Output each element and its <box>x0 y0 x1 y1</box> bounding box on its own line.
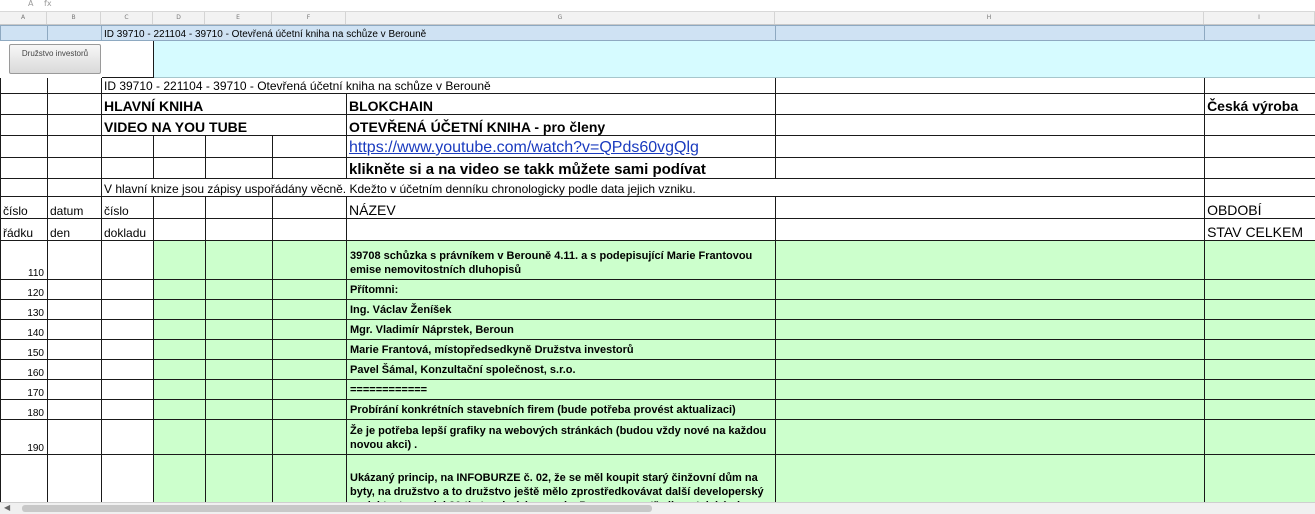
id-line-cell[interactable]: ID 39710 - 221104 - 39710 - Otevřená úče… <box>102 26 776 41</box>
col-header-h[interactable]: H <box>775 12 1204 24</box>
table-row: 180 Probírání konkrétních stavebních fir… <box>1 400 1315 420</box>
entry-text[interactable]: Ukázaný princip, na INFOBURZE č. 02, že … <box>347 455 776 503</box>
hdr-dokladu[interactable]: dokladu <box>102 219 154 241</box>
hdr-obdobi[interactable]: OBDOBÍ <box>1205 197 1315 219</box>
col-header-a[interactable]: A <box>0 12 47 24</box>
entry-text[interactable]: Marie Frantová, místopředsedkyně Družstv… <box>347 340 776 360</box>
row-id-line: ID 39710 - 221104 - 39710 - Otevřená úče… <box>1 78 1315 94</box>
row-number[interactable]: 180 <box>1 400 48 420</box>
name-box-label: A <box>28 0 33 8</box>
scrollbar-thumb[interactable] <box>22 505 652 512</box>
row-header-1: číslo datum číslo NÁZEV OBDOBÍ <box>1 197 1315 219</box>
table-row: 140 Mgr. Vladimír Náprstek, Beroun <box>1 320 1315 340</box>
entry-text[interactable]: Že je potřeba lepší grafiky na webových … <box>347 420 776 455</box>
row-number[interactable]: 170 <box>1 380 48 400</box>
col-header-b[interactable]: B <box>47 12 101 24</box>
entry-text[interactable]: Ing. Václav Ženíšek <box>347 300 776 320</box>
row-number[interactable]: 150 <box>1 340 48 360</box>
table-row: 160 Pavel Šámal, Konzultační společnost,… <box>1 360 1315 380</box>
row-number[interactable]: 130 <box>1 300 48 320</box>
table-row: 150 Marie Frantová, místopředsedkyně Dru… <box>1 340 1315 360</box>
sheet-grid: ID 39710 - 221104 - 39710 - Otevřená úče… <box>0 25 1315 502</box>
col-header-i[interactable]: I <box>1204 12 1315 24</box>
entry-text[interactable]: Mgr. Vladimír Náprstek, Beroun <box>347 320 776 340</box>
sheet-table: ID 39710 - 221104 - 39710 - Otevřená úče… <box>0 25 1315 502</box>
hdr-cislo[interactable]: číslo <box>1 197 48 219</box>
horizontal-scrollbar[interactable]: ◀ <box>0 502 1315 514</box>
col-header-g[interactable]: G <box>346 12 775 24</box>
kliknete-cell[interactable]: klikněte si a na video se takk můžete sa… <box>347 158 776 179</box>
row-button: Družstvo investorů <box>1 41 1315 78</box>
video-cell[interactable]: VIDEO NA YOU TUBE <box>102 115 347 136</box>
row-hlavni-kniha: HLAVNÍ KNIHA BLOKCHAIN Česká výroba <box>1 94 1315 115</box>
id-line-cell-2[interactable]: ID 39710 - 221104 - 39710 - Otevřená úče… <box>102 78 776 94</box>
row-number[interactable]: 120 <box>1 280 48 300</box>
row-link: https://www.youtube.com/watch?v=QPds60vg… <box>1 136 1315 158</box>
otevrena-kniha-cell[interactable]: OTEVŘENÁ ÚČETNÍ KNIHA - pro členy <box>347 115 776 136</box>
row-number[interactable]: 190 <box>1 420 48 455</box>
hdr-cislo-dokladu[interactable]: číslo <box>102 197 154 219</box>
hdr-nazev[interactable]: NÁZEV <box>347 197 776 219</box>
table-row: 170 ============ <box>1 380 1315 400</box>
entry-text[interactable]: 39708 schůzka s právníkem v Berouně 4.11… <box>347 241 776 280</box>
row-video: VIDEO NA YOU TUBE OTEVŘENÁ ÚČETNÍ KNIHA … <box>1 115 1315 136</box>
hdr-den[interactable]: den <box>48 219 102 241</box>
entry-text[interactable]: Probírání konkrétních stavebních firem (… <box>347 400 776 420</box>
row-number[interactable]: 140 <box>1 320 48 340</box>
column-header-bar: A B C D E F G H I <box>0 12 1315 25</box>
row-popis: V hlavní knize jsou zápisy uspořádány vě… <box>1 179 1315 197</box>
entry-text[interactable]: ============ <box>347 380 776 400</box>
ceska-vyroba-cell[interactable]: Česká výroba <box>1205 94 1315 115</box>
scroll-left-icon[interactable]: ◀ <box>4 503 10 512</box>
row-number[interactable]: 110 <box>1 241 48 280</box>
table-row: 130 Ing. Václav Ženíšek <box>1 300 1315 320</box>
hdr-datum[interactable]: datum <box>48 197 102 219</box>
fx-icon[interactable]: fx <box>44 0 52 8</box>
table-row: Ukázaný princip, na INFOBURZE č. 02, že … <box>1 455 1315 503</box>
row-id-header: ID 39710 - 221104 - 39710 - Otevřená úče… <box>1 26 1315 41</box>
row-number[interactable]: 160 <box>1 360 48 380</box>
row-number[interactable] <box>1 455 48 503</box>
blokchain-cell[interactable]: BLOKCHAIN <box>347 94 776 115</box>
row-header-2: řádku den dokladu STAV CELKEM <box>1 219 1315 241</box>
entry-text[interactable]: Přítomni: <box>347 280 776 300</box>
formula-bar[interactable]: A fx <box>0 0 1315 12</box>
table-row: 110 39708 schůzka s právníkem v Berouně … <box>1 241 1315 280</box>
youtube-link[interactable]: https://www.youtube.com/watch?v=QPds60vg… <box>349 139 699 156</box>
hlavni-kniha-cell[interactable]: HLAVNÍ KNIHA <box>102 94 347 115</box>
table-row: 120 Přítomni: <box>1 280 1315 300</box>
popis-cell[interactable]: V hlavní knize jsou zápisy uspořádány vě… <box>102 179 1205 197</box>
col-header-d[interactable]: D <box>153 12 205 24</box>
row-kliknete: klikněte si a na video se takk můžete sa… <box>1 158 1315 179</box>
col-header-c[interactable]: C <box>101 12 153 24</box>
table-row: 190 Že je potřeba lepší grafiky na webov… <box>1 420 1315 455</box>
hdr-radku[interactable]: řádku <box>1 219 48 241</box>
col-header-e[interactable]: E <box>205 12 272 24</box>
entry-text[interactable]: Pavel Šámal, Konzultační společnost, s.r… <box>347 360 776 380</box>
hdr-stav-celkem[interactable]: STAV CELKEM <box>1205 219 1315 241</box>
druzstvo-investoru-button[interactable]: Družstvo investorů <box>9 44 101 74</box>
col-header-f[interactable]: F <box>272 12 346 24</box>
